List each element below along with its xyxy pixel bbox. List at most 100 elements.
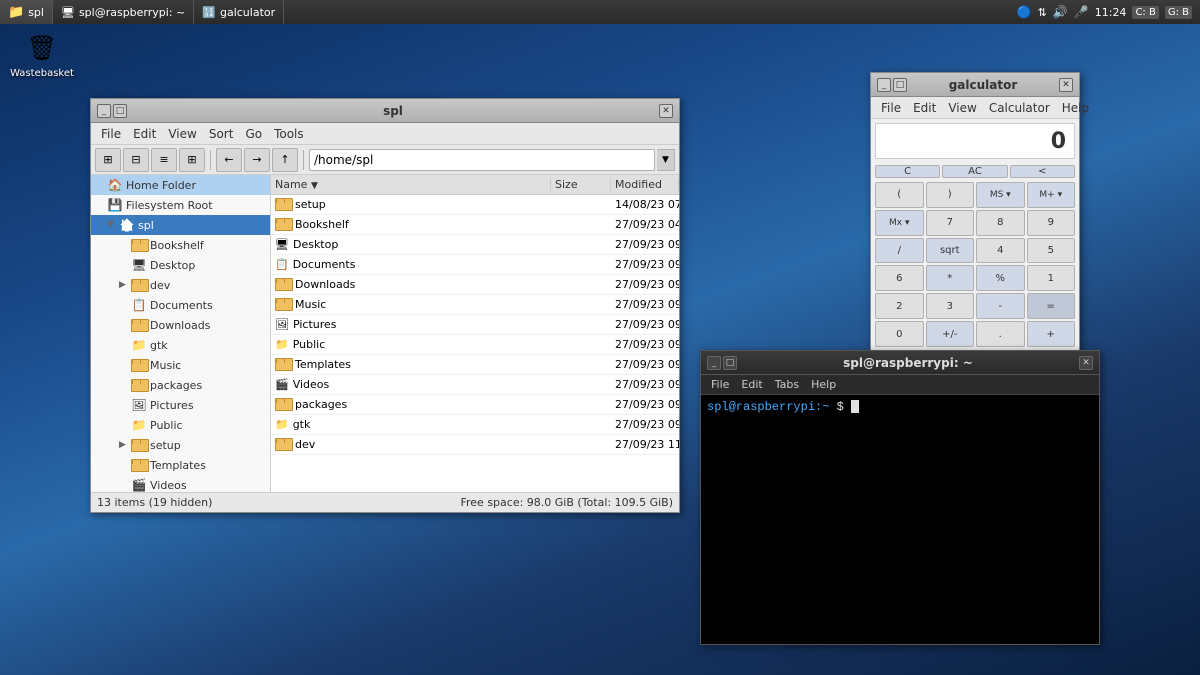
tree-item-packages[interactable]: packages — [91, 375, 270, 395]
file-row-packages[interactable]: packages 27/09/23 09:25 — [271, 395, 679, 415]
tree-item-gtk[interactable]: 📁 gtk — [91, 335, 270, 355]
calc-btn-6[interactable]: 6 — [875, 265, 924, 291]
taskbar-app-galculator[interactable]: 🔢 galculator — [194, 0, 284, 24]
calc-btn-1[interactable]: 1 — [1027, 265, 1076, 291]
calc-btn-0[interactable]: 0 — [875, 321, 924, 347]
kbd-layout-2[interactable]: G: B — [1165, 6, 1192, 19]
calc-btn-7[interactable]: 7 — [926, 210, 975, 236]
terminal-menu-help[interactable]: Help — [805, 377, 842, 392]
taskbar-app-files[interactable]: 📁 spl — [0, 0, 53, 24]
tree-item-videos[interactable]: 🎬 Videos — [91, 475, 270, 492]
calc-btn-backspace[interactable]: < — [1010, 165, 1075, 178]
calc-btn-open-paren[interactable]: ( — [875, 182, 924, 208]
calc-menu-view[interactable]: View — [942, 99, 982, 117]
tree-item-downloads[interactable]: Downloads — [91, 315, 270, 335]
tree-item-home-folder[interactable]: 🏠 Home Folder — [91, 175, 270, 195]
bluetooth-icon[interactable]: 🔵 — [1017, 5, 1032, 19]
taskbar-app-terminal[interactable]: 🖥 spl@raspberrypi: ~ — [53, 0, 194, 24]
minimize-button[interactable]: _ — [97, 104, 111, 118]
calc-btn-dot[interactable]: . — [976, 321, 1025, 347]
col-header-size[interactable]: Size — [551, 178, 611, 191]
calc-btn-AC[interactable]: AC — [942, 165, 1007, 178]
calc-btn-multiply[interactable]: * — [926, 265, 975, 291]
terminal-close[interactable]: ✕ — [1079, 356, 1093, 370]
terminal-menu-edit[interactable]: Edit — [735, 377, 768, 392]
calc-btn-sqrt[interactable]: sqrt — [926, 238, 975, 264]
tree-item-public[interactable]: 📁 Public — [91, 415, 270, 435]
tree-item-filesystem[interactable]: 💾 Filesystem Root — [91, 195, 270, 215]
calc-btn-MS[interactable]: MS ▾ — [976, 182, 1025, 208]
file-row-downloads[interactable]: Downloads 27/09/23 09:23 — [271, 275, 679, 295]
terminal-maximize[interactable]: □ — [723, 356, 737, 370]
file-row-public[interactable]: 📁Public 27/09/23 09:23 — [271, 335, 679, 355]
calc-btn-close-paren[interactable]: ) — [926, 182, 975, 208]
file-row-documents[interactable]: 📋Documents 27/09/23 09:23 — [271, 255, 679, 275]
calc-btn-equals[interactable]: = — [1027, 293, 1076, 319]
mic-icon[interactable]: 🎤 — [1074, 5, 1089, 19]
calc-btn-divide[interactable]: / — [875, 238, 924, 264]
file-row-dev[interactable]: dev 27/09/23 11:06 — [271, 435, 679, 455]
calc-btn-percent[interactable]: % — [976, 265, 1025, 291]
tree-item-pictures[interactable]: 🖼 Pictures — [91, 395, 270, 415]
list-view-btn[interactable]: ≡ — [151, 148, 177, 172]
close-button[interactable]: ✕ — [659, 104, 673, 118]
file-row-videos[interactable]: 🎬Videos 27/09/23 09:23 — [271, 375, 679, 395]
calc-btn-8[interactable]: 8 — [976, 210, 1025, 236]
col-header-name[interactable]: Name ▼ — [271, 178, 551, 191]
calc-maximize[interactable]: □ — [893, 78, 907, 92]
menu-go[interactable]: Go — [239, 125, 268, 143]
terminal-content[interactable]: spl@raspberrypi:~ $ — [701, 395, 1099, 644]
terminal-menu-file[interactable]: File — [705, 377, 735, 392]
terminal-menu-tabs[interactable]: Tabs — [769, 377, 805, 392]
calc-btn-C[interactable]: C — [875, 165, 940, 178]
calc-menu-calculator[interactable]: Calculator — [983, 99, 1056, 117]
calc-minimize[interactable]: _ — [877, 78, 891, 92]
file-row-desktop[interactable]: 🖥Desktop 27/09/23 09:23 — [271, 235, 679, 255]
menu-sort[interactable]: Sort — [203, 125, 240, 143]
tree-item-setup[interactable]: ▶ setup — [91, 435, 270, 455]
calc-btn-minus[interactable]: - — [976, 293, 1025, 319]
tree-item-documents[interactable]: 📋 Documents — [91, 295, 270, 315]
calc-btn-2[interactable]: 2 — [875, 293, 924, 319]
forward-btn[interactable]: → — [244, 148, 270, 172]
icon-view-btn[interactable]: ⊞ — [95, 148, 121, 172]
tree-item-spl[interactable]: ▼ 🏠 spl — [91, 215, 270, 235]
calc-menu-file[interactable]: File — [875, 99, 907, 117]
wastebasket-icon[interactable]: 🗑 Wastebasket — [10, 30, 74, 79]
location-bar[interactable]: /home/spl — [309, 149, 655, 171]
maximize-button[interactable]: □ — [113, 104, 127, 118]
file-row-gtk[interactable]: 📁gtk 27/09/23 09:26 — [271, 415, 679, 435]
tree-item-dev[interactable]: ▶ dev — [91, 275, 270, 295]
terminal-minimize[interactable]: _ — [707, 356, 721, 370]
menu-edit[interactable]: Edit — [127, 125, 162, 143]
compact-view-btn[interactable]: ⊟ — [123, 148, 149, 172]
file-row-bookshelf[interactable]: Bookshelf 27/09/23 04:49 — [271, 215, 679, 235]
back-btn[interactable]: ← — [216, 148, 242, 172]
tree-item-desktop[interactable]: 🖥 Desktop — [91, 255, 270, 275]
calc-btn-5[interactable]: 5 — [1027, 238, 1076, 264]
menu-tools[interactable]: Tools — [268, 125, 310, 143]
file-row-templates[interactable]: Templates 27/09/23 09:23 — [271, 355, 679, 375]
calc-btn-9[interactable]: 9 — [1027, 210, 1076, 236]
menu-file[interactable]: File — [95, 125, 127, 143]
file-row-music[interactable]: Music 27/09/23 09:23 — [271, 295, 679, 315]
calc-btn-3[interactable]: 3 — [926, 293, 975, 319]
calc-menu-edit[interactable]: Edit — [907, 99, 942, 117]
col-header-modified[interactable]: Modified — [611, 178, 679, 191]
file-row-setup[interactable]: setup 14/08/23 07:26 — [271, 195, 679, 215]
network-icon[interactable]: ⇅ — [1038, 6, 1047, 19]
detail-view-btn[interactable]: ⊞ — [179, 148, 205, 172]
calc-close[interactable]: ✕ — [1059, 78, 1073, 92]
location-dropdown[interactable]: ▼ — [657, 149, 675, 171]
kbd-layout-1[interactable]: C: B — [1132, 6, 1158, 19]
tree-item-bookshelf[interactable]: Bookshelf — [91, 235, 270, 255]
tree-item-music[interactable]: Music — [91, 355, 270, 375]
calc-menu-help[interactable]: Help — [1056, 99, 1095, 117]
calc-btn-Mx[interactable]: Mx ▾ — [875, 210, 924, 236]
file-row-pictures[interactable]: 🖼Pictures 27/09/23 09:23 — [271, 315, 679, 335]
calc-btn-Mplus[interactable]: M+ ▾ — [1027, 182, 1076, 208]
calc-btn-plus[interactable]: + — [1027, 321, 1076, 347]
menu-view[interactable]: View — [162, 125, 202, 143]
calc-btn-4[interactable]: 4 — [976, 238, 1025, 264]
volume-icon[interactable]: 🔊 — [1053, 5, 1068, 19]
